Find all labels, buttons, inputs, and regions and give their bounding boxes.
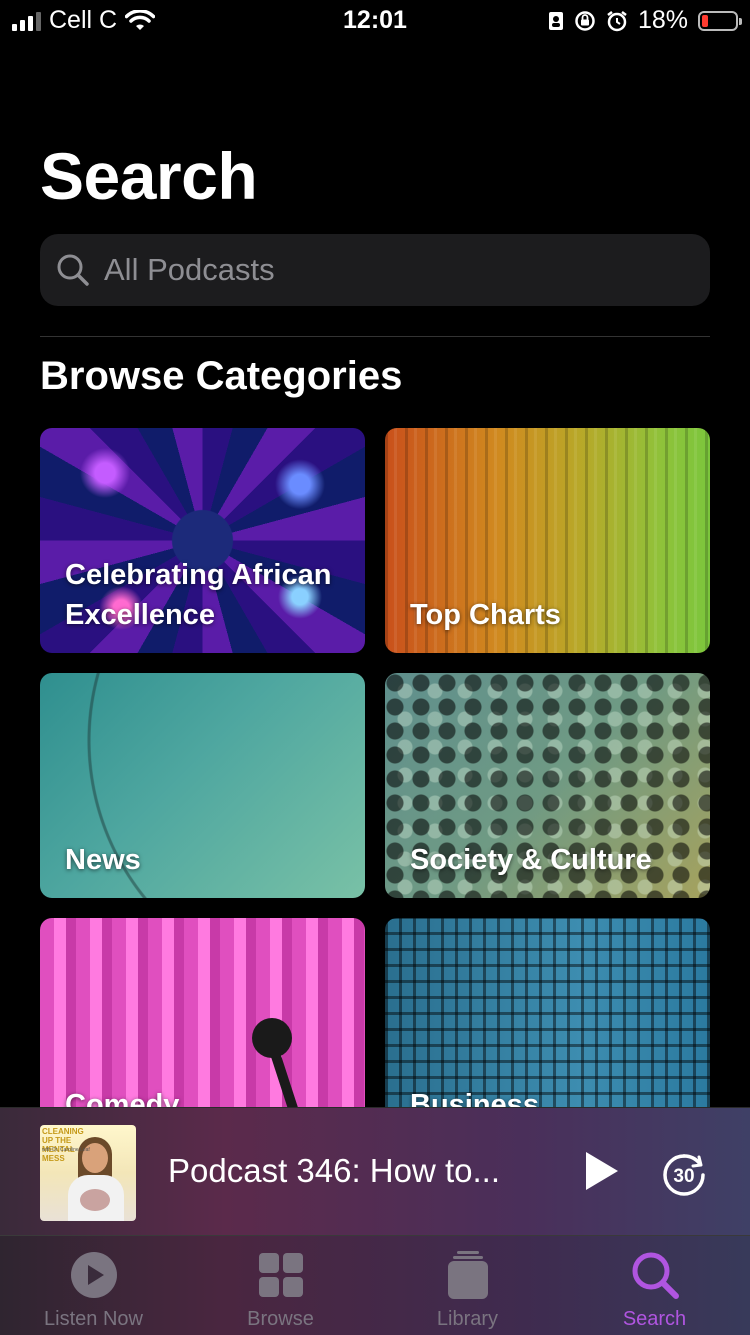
grid-icon: [258, 1253, 303, 1297]
play-icon[interactable]: [578, 1149, 622, 1193]
library-stack-icon: [447, 1251, 488, 1299]
artwork-figure-object: [80, 1189, 110, 1211]
tab-search[interactable]: Search: [561, 1236, 748, 1335]
status-right: 18%: [548, 6, 742, 35]
artwork-subtitle: with Dr. Caroline Leaf: [42, 1147, 90, 1153]
microphone-icon: [252, 1018, 292, 1058]
category-tile-celebrating-african-excellence[interactable]: Celebrating African Excellence: [40, 428, 365, 653]
contact-icon: [548, 11, 563, 30]
search-icon: [632, 1252, 679, 1299]
search-input[interactable]: [102, 251, 666, 289]
battery-level: [702, 14, 708, 27]
tab-library[interactable]: Library: [374, 1236, 561, 1335]
divider: [40, 336, 710, 337]
tab-bar: Listen Now Browse Library Search: [0, 1235, 750, 1335]
category-label: News: [65, 844, 141, 876]
tab-label: Library: [436, 1308, 499, 1330]
category-label: Celebrating African Excellence: [65, 559, 332, 631]
category-tile-news[interactable]: News: [40, 673, 365, 898]
category-tile-top-charts[interactable]: Top Charts: [385, 428, 710, 653]
episode-artwork[interactable]: CLEANING UP THE MENTAL MESS with Dr. Car…: [40, 1125, 136, 1221]
skip-forward-30-icon[interactable]: 30: [660, 1150, 708, 1198]
artwork-title: CLEANING UP THE MENTAL MESS: [42, 1127, 84, 1163]
episode-title[interactable]: Podcast 346: How to...: [168, 1152, 500, 1190]
rotation-lock-icon: [575, 10, 595, 31]
tab-listen-now[interactable]: Listen Now: [0, 1236, 187, 1335]
page-title: Search: [40, 139, 258, 213]
status-bar: Cell C 12:01 18%: [0, 0, 750, 42]
play-circle-icon: [70, 1252, 117, 1298]
tab-browse[interactable]: Browse: [187, 1236, 374, 1335]
battery-percent: 18%: [637, 6, 688, 34]
tab-label: Search: [622, 1308, 687, 1330]
search-icon: [57, 254, 89, 286]
category-label: Top Charts: [410, 599, 561, 631]
tab-label: Browse: [247, 1308, 314, 1330]
skip-seconds-label: 30: [673, 1166, 694, 1187]
alarm-icon: [607, 10, 627, 31]
search-field[interactable]: [40, 234, 710, 306]
section-title: Browse Categories: [40, 354, 403, 398]
category-tile-society-culture[interactable]: Society & Culture: [385, 673, 710, 898]
battery-icon: [698, 10, 742, 31]
tab-label: Listen Now: [44, 1308, 143, 1330]
category-label: Society & Culture: [410, 844, 652, 876]
